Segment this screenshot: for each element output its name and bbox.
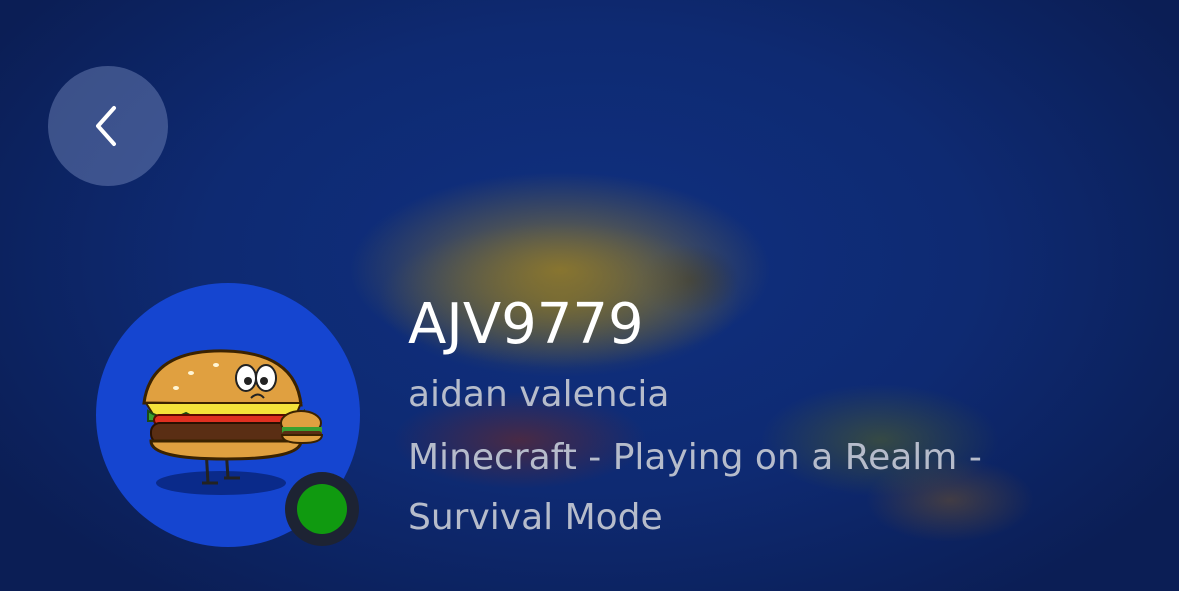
presence-indicator xyxy=(285,472,359,546)
real-name: aidan valencia xyxy=(408,374,670,415)
chevron-left-icon xyxy=(96,106,116,146)
profile-info: AJV9779 aidan valencia Minecraft - Playi… xyxy=(408,290,1088,548)
avatar xyxy=(96,283,360,547)
presence-activity: Minecraft - Playing on a Realm - Surviva… xyxy=(408,437,982,538)
online-status-icon xyxy=(297,484,347,534)
gamertag: AJV9779 xyxy=(408,292,644,357)
back-button[interactable] xyxy=(48,66,168,186)
